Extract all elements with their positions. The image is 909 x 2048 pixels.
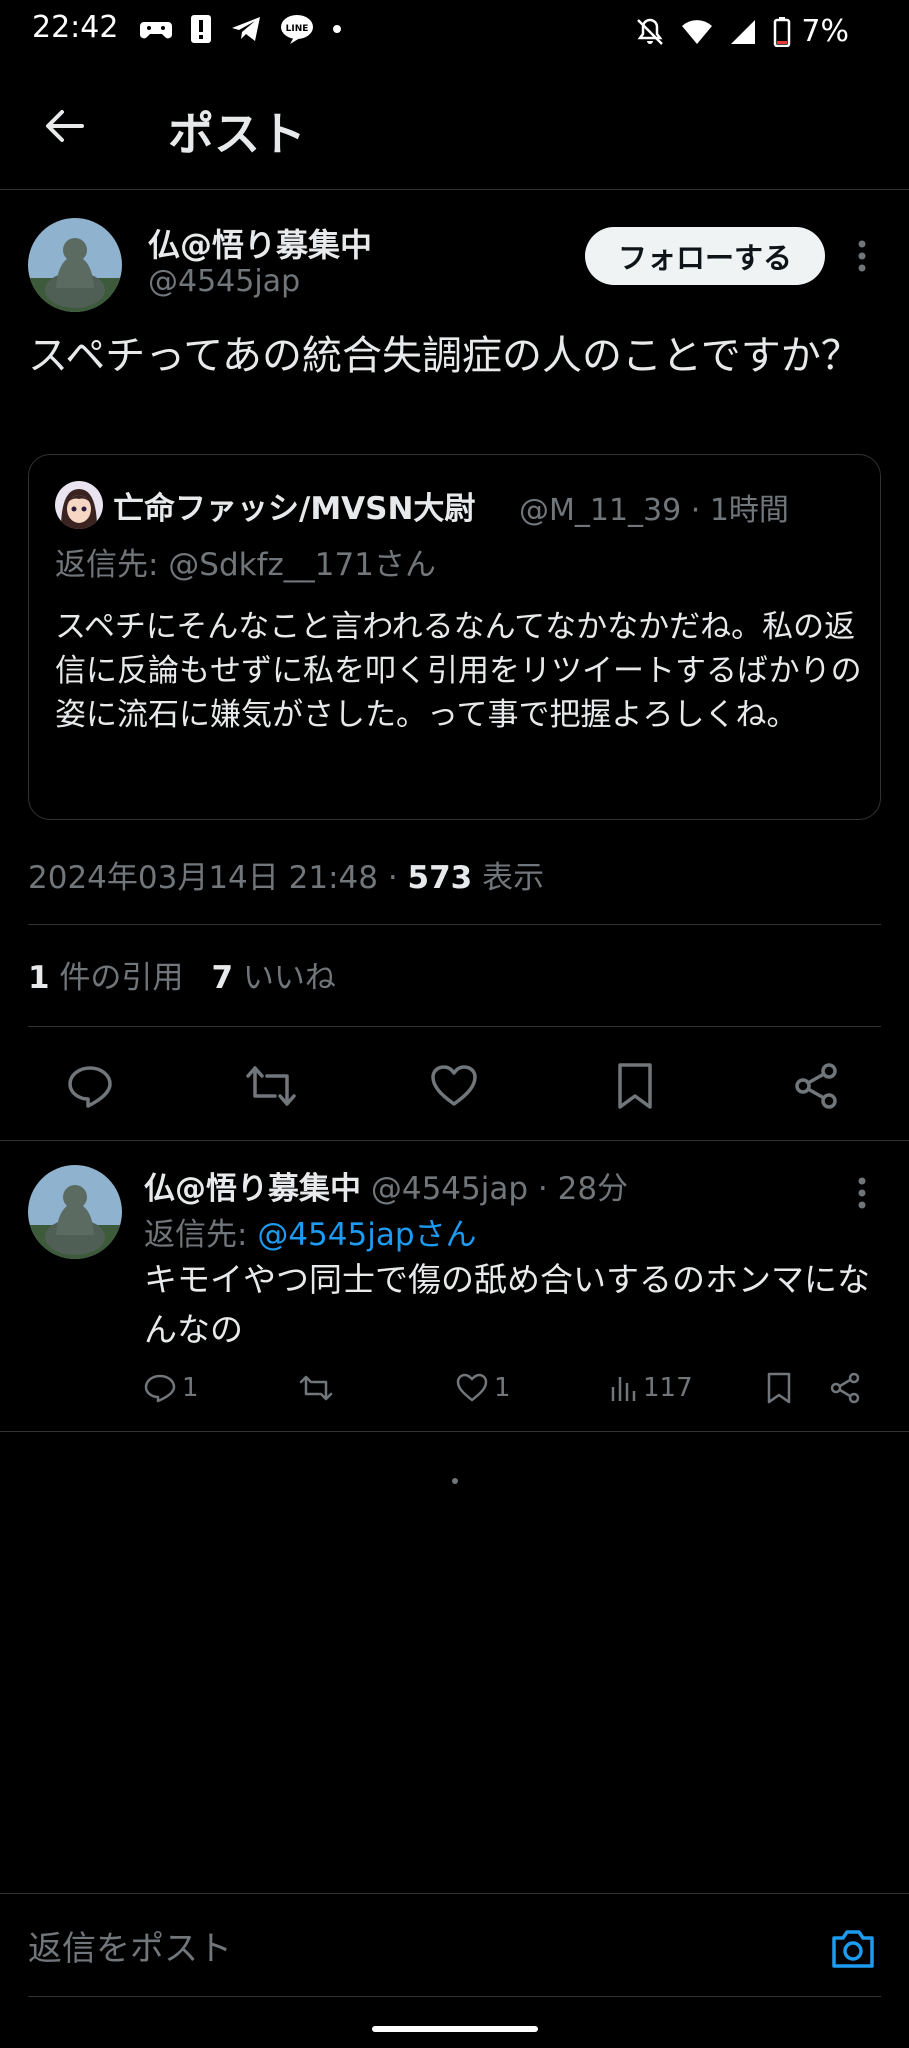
status-bar: 22:42 LINE 7%: [0, 0, 909, 62]
system-icons: 7%: [635, 14, 849, 49]
heart-icon: [431, 1065, 477, 1106]
share-icon: [795, 1063, 837, 1109]
more-options-icon[interactable]: [852, 236, 872, 276]
reply-reply-button[interactable]: 1: [144, 1363, 199, 1413]
arrow-left-icon: [46, 110, 84, 142]
post-actions: [0, 1030, 909, 1130]
bookmark-icon: [767, 1372, 791, 1404]
reply-composer: [0, 1893, 909, 2001]
quotes-stat[interactable]: 1 件の引用: [28, 952, 183, 997]
divider: [28, 924, 881, 925]
quoted-avatar: [55, 481, 103, 529]
like-button[interactable]: [428, 1060, 480, 1112]
reply-share-button[interactable]: [830, 1363, 860, 1413]
camera-button[interactable]: [828, 1924, 878, 1974]
reply-bookmark-button[interactable]: [766, 1363, 792, 1413]
anime-avatar-image: [55, 481, 103, 529]
reply-header: 仏@悟り募集中 @4545jap · 28分: [144, 1163, 628, 1208]
back-button[interactable]: [38, 100, 90, 152]
bookmark-icon: [618, 1063, 652, 1109]
share-button[interactable]: [790, 1060, 842, 1112]
reply-to: 返信先: @4545japさん: [144, 1217, 477, 1253]
reply-to-link[interactable]: @4545japさん: [257, 1217, 476, 1253]
more-options-icon[interactable]: [852, 1173, 872, 1213]
avatar[interactable]: [28, 218, 122, 312]
reply-actions: 1 1 117: [144, 1363, 874, 1413]
quoted-text: スペチにそんなこと言われるなんてなかなかだね。私の返信に反論もせずに私を叩く引用…: [55, 609, 862, 733]
composer-underline: [28, 1996, 881, 1997]
views-count: 573: [407, 860, 473, 896]
repost-icon: [246, 1066, 296, 1106]
camera-icon: [832, 1930, 874, 1968]
post-stats: 1 件の引用 7 いいね: [28, 952, 336, 997]
views-label: 表示: [472, 860, 545, 896]
signal-icon: [731, 19, 756, 44]
buddha-avatar-image: [28, 1165, 122, 1259]
likes-stat[interactable]: 7 いいね: [211, 952, 335, 997]
page-title: ポスト: [168, 107, 306, 161]
quoted-meta: @M_11_39 · 1時間: [519, 493, 789, 528]
reply-meta: @4545jap · 28分: [361, 1171, 629, 1207]
dot-icon: [333, 25, 341, 33]
divider: [28, 1026, 881, 1027]
avatar[interactable]: [28, 1165, 122, 1259]
follow-button[interactable]: フォローする: [585, 227, 825, 285]
telegram-icon: [232, 17, 260, 41]
status-time: 22:42: [32, 10, 119, 45]
author-handle[interactable]: @4545jap: [148, 264, 300, 299]
share-icon: [830, 1372, 860, 1404]
quoted-author-name: 亡命ファッシ/MVSN大尉: [113, 491, 476, 527]
svg-text:LINE: LINE: [286, 24, 309, 34]
heart-icon: [456, 1373, 488, 1402]
home-indicator[interactable]: [372, 2026, 538, 2032]
battery-icon: [774, 16, 791, 47]
reply-icon: [68, 1066, 112, 1108]
battery-percent: 7%: [801, 14, 849, 49]
bookmark-button[interactable]: [609, 1060, 661, 1112]
loading-indicator: [452, 1478, 458, 1484]
game-controller-icon: [140, 22, 172, 39]
repost-icon: [299, 1375, 333, 1401]
reply-repost-button[interactable]: [299, 1363, 333, 1413]
reply-icon: [144, 1374, 176, 1403]
post-text: スペチってあの統合失調症の人のことですか？: [28, 333, 861, 379]
alert-icon: [191, 15, 211, 43]
quoted-post[interactable]: 亡命ファッシ/MVSN大尉 @M_11_39 · 1時間 返信先: @Sdkfz…: [28, 454, 881, 820]
reply-input[interactable]: [28, 1922, 788, 1976]
reply-author-name[interactable]: 仏@悟り募集中: [144, 1171, 361, 1207]
buddha-avatar-image: [28, 218, 122, 312]
reply-button[interactable]: [64, 1060, 116, 1112]
reply-post[interactable]: 仏@悟り募集中 @4545jap · 28分 返信先: @4545japさん キ…: [0, 1140, 909, 1432]
quoted-reply-to: 返信先: @Sdkfz__171さん: [55, 547, 436, 583]
reply-count: 1: [182, 1373, 199, 1403]
post-date: 2024年03月14日 21:48 ·: [28, 860, 408, 896]
reply-text: キモイやつ同士で傷の舐め合いするのホンマになんなの: [144, 1260, 870, 1349]
post-timestamp: 2024年03月14日 21:48 · 573 表示: [28, 852, 544, 897]
like-count: 1: [494, 1373, 511, 1403]
top-bar: ポスト: [0, 62, 909, 190]
notification-icons: LINE: [140, 14, 342, 44]
reply-views-button[interactable]: 117: [609, 1363, 693, 1413]
line-icon: LINE: [281, 15, 313, 44]
view-count: 117: [643, 1373, 693, 1403]
reply-like-button[interactable]: 1: [456, 1363, 511, 1413]
wifi-icon: [682, 19, 713, 44]
mute-icon: [637, 18, 664, 45]
repost-button[interactable]: [245, 1060, 297, 1112]
analytics-icon: [611, 1377, 636, 1401]
author-name[interactable]: 仏@悟り募集中: [148, 220, 372, 266]
